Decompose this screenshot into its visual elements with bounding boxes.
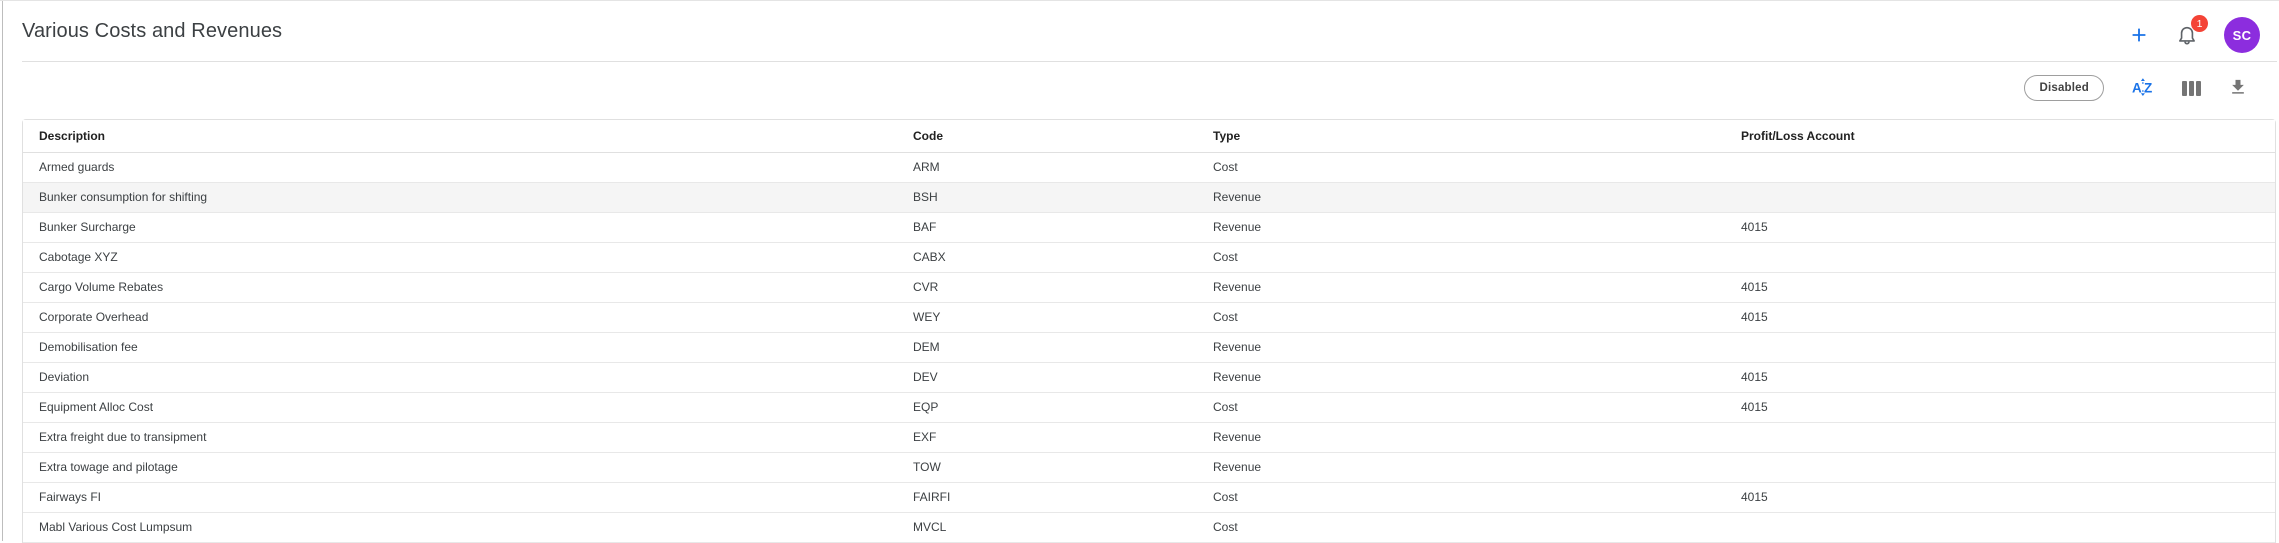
table-row[interactable]: Demobilisation feeDEMRevenue	[23, 332, 2275, 362]
table-body: Armed guardsARMCostBunker consumption fo…	[23, 152, 2275, 542]
cell-pl-account: 4015	[1725, 392, 2275, 422]
sort-alphabetical-icon: A Z	[2131, 75, 2155, 102]
cell-code: BSH	[897, 182, 1197, 212]
cell-pl-account	[1725, 512, 2275, 542]
cell-code: ARM	[897, 152, 1197, 182]
cell-type: Cost	[1197, 242, 1725, 272]
cell-description: Bunker consumption for shifting	[23, 182, 897, 212]
columns-button[interactable]	[2182, 81, 2201, 96]
cell-description: Cargo Volume Rebates	[23, 272, 897, 302]
cell-pl-account	[1725, 422, 2275, 452]
cell-description: Equipment Alloc Cost	[23, 392, 897, 422]
cell-type: Cost	[1197, 392, 1725, 422]
cell-code: MVCL	[897, 512, 1197, 542]
svg-text:Z: Z	[2144, 80, 2152, 95]
cell-pl-account	[1725, 152, 2275, 182]
svg-text:A: A	[2132, 80, 2142, 95]
cell-code: FAIRFI	[897, 482, 1197, 512]
column-header-pl-account[interactable]: Profit/Loss Account	[1725, 120, 2275, 152]
column-header-description[interactable]: Description	[23, 120, 897, 152]
download-icon	[2228, 77, 2248, 100]
table-header-row: Description Code Type Profit/Loss Accoun…	[23, 120, 2275, 152]
table-row[interactable]: Mabl Various Cost LumpsumMVCLCost	[23, 512, 2275, 542]
cell-description: Extra freight due to transipment	[23, 422, 897, 452]
cell-pl-account	[1725, 452, 2275, 482]
cell-type: Revenue	[1197, 362, 1725, 392]
cell-pl-account: 4015	[1725, 482, 2275, 512]
cell-type: Revenue	[1197, 272, 1725, 302]
data-table: Description Code Type Profit/Loss Accoun…	[22, 119, 2276, 543]
column-header-type[interactable]: Type	[1197, 120, 1725, 152]
cell-code: DEV	[897, 362, 1197, 392]
table-row[interactable]: Extra freight due to transipmentEXFReven…	[23, 422, 2275, 452]
cell-description: Mabl Various Cost Lumpsum	[23, 512, 897, 542]
cell-description: Extra towage and pilotage	[23, 452, 897, 482]
cell-description: Deviation	[23, 362, 897, 392]
table-row[interactable]: Cargo Volume RebatesCVRRevenue4015	[23, 272, 2275, 302]
header-actions: 1 SC	[2128, 17, 2260, 53]
notification-badge: 1	[2191, 15, 2208, 32]
table-row[interactable]: Corporate OverheadWEYCost4015	[23, 302, 2275, 332]
cell-pl-account: 4015	[1725, 212, 2275, 242]
table-row[interactable]: Cabotage XYZCABXCost	[23, 242, 2275, 272]
status-chip-disabled[interactable]: Disabled	[2024, 75, 2104, 101]
table-row[interactable]: Fairways FIFAIRFICost4015	[23, 482, 2275, 512]
cell-pl-account: 4015	[1725, 362, 2275, 392]
cell-description: Cabotage XYZ	[23, 242, 897, 272]
page-title: Various Costs and Revenues	[22, 20, 282, 43]
add-button[interactable]	[2128, 24, 2150, 46]
table-row[interactable]: DeviationDEVRevenue4015	[23, 362, 2275, 392]
cell-type: Cost	[1197, 512, 1725, 542]
table-toolbar: Disabled A Z	[0, 74, 2248, 102]
notifications-button[interactable]: 1	[2174, 22, 2200, 48]
cell-type: Revenue	[1197, 332, 1725, 362]
cell-pl-account	[1725, 182, 2275, 212]
cell-type: Cost	[1197, 152, 1725, 182]
page-header: Various Costs and Revenues 1 SC	[0, 1, 2279, 61]
cell-description: Corporate Overhead	[23, 302, 897, 332]
bell-icon: 1	[2174, 22, 2200, 48]
cell-description: Armed guards	[23, 152, 897, 182]
cell-code: EXF	[897, 422, 1197, 452]
cell-code: CVR	[897, 272, 1197, 302]
cell-type: Revenue	[1197, 182, 1725, 212]
cell-type: Cost	[1197, 482, 1725, 512]
cell-type: Revenue	[1197, 212, 1725, 242]
pane-edge-divider	[2, 1, 3, 541]
download-button[interactable]	[2228, 77, 2248, 100]
table-row[interactable]: Armed guardsARMCost	[23, 152, 2275, 182]
header-divider	[22, 61, 2277, 62]
view-columns-icon	[2182, 81, 2201, 96]
cell-code: BAF	[897, 212, 1197, 242]
cell-pl-account	[1725, 332, 2275, 362]
cell-description: Demobilisation fee	[23, 332, 897, 362]
table-row[interactable]: Bunker SurchargeBAFRevenue4015	[23, 212, 2275, 242]
cell-code: DEM	[897, 332, 1197, 362]
column-header-code[interactable]: Code	[897, 120, 1197, 152]
sort-alphabetical-button[interactable]: A Z	[2131, 75, 2155, 102]
table-row[interactable]: Extra towage and pilotageTOWRevenue	[23, 452, 2275, 482]
cell-pl-account: 4015	[1725, 302, 2275, 332]
cell-description: Bunker Surcharge	[23, 212, 897, 242]
cell-code: EQP	[897, 392, 1197, 422]
plus-icon	[2128, 24, 2150, 46]
cell-pl-account	[1725, 242, 2275, 272]
cell-pl-account: 4015	[1725, 272, 2275, 302]
cell-code: CABX	[897, 242, 1197, 272]
cell-code: TOW	[897, 452, 1197, 482]
table-row[interactable]: Bunker consumption for shiftingBSHRevenu…	[23, 182, 2275, 212]
cell-type: Cost	[1197, 302, 1725, 332]
avatar[interactable]: SC	[2224, 17, 2260, 53]
cell-description: Fairways FI	[23, 482, 897, 512]
table-row[interactable]: Equipment Alloc CostEQPCost4015	[23, 392, 2275, 422]
cell-type: Revenue	[1197, 452, 1725, 482]
cell-code: WEY	[897, 302, 1197, 332]
cell-type: Revenue	[1197, 422, 1725, 452]
